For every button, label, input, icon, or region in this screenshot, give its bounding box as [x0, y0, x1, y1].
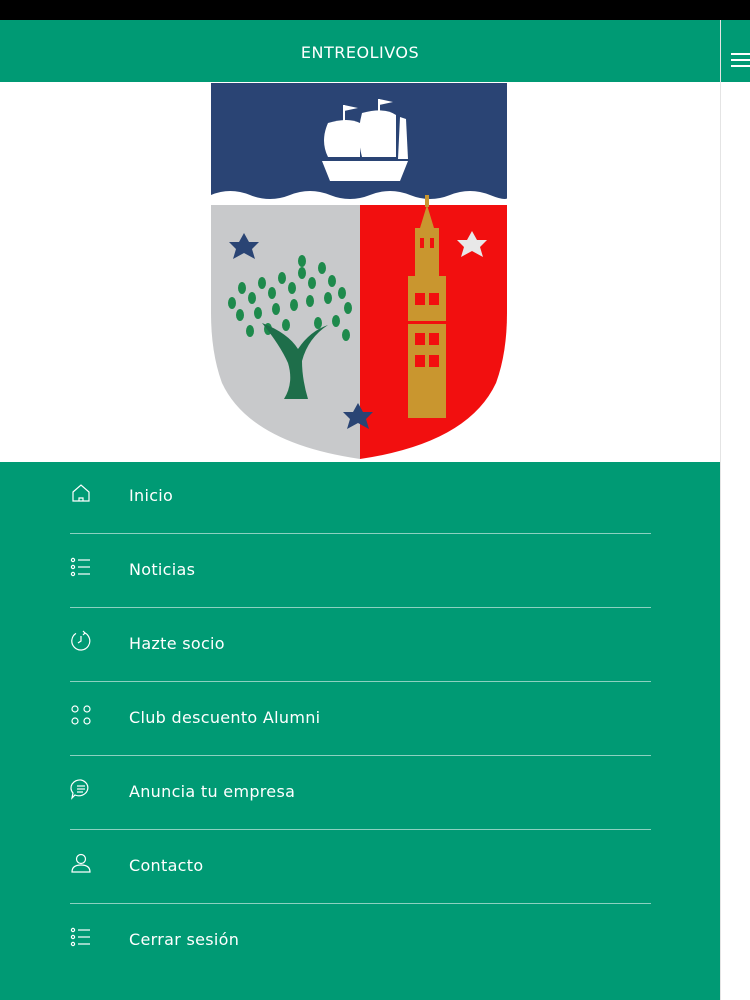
main-content-edge — [720, 20, 750, 1000]
drawer-header: ENTREOLIVOS — [0, 20, 720, 82]
logo-area — [0, 82, 720, 462]
crest-logo — [211, 83, 509, 459]
hamburger-menu-icon[interactable] — [731, 53, 750, 67]
menu-item-label: Noticias — [129, 560, 196, 579]
status-bar — [0, 0, 750, 20]
home-icon — [70, 482, 92, 504]
clock-icon — [70, 630, 92, 652]
menu-item-label: Cerrar sesión — [129, 930, 240, 949]
grid-icon — [70, 704, 92, 726]
menu-item-club-descuento[interactable]: Club descuento Alumni — [70, 682, 651, 756]
menu-item-inicio[interactable]: Inicio — [70, 460, 651, 534]
chat-bubble-icon — [70, 778, 92, 800]
menu-item-label: Club descuento Alumni — [129, 708, 321, 727]
main-header — [721, 20, 750, 82]
menu-item-cerrar-sesion[interactable]: Cerrar sesión — [70, 904, 651, 978]
menu-item-label: Contacto — [129, 856, 204, 875]
menu-item-label: Hazte socio — [129, 634, 225, 653]
menu-item-hazte-socio[interactable]: Hazte socio — [70, 608, 651, 682]
menu-item-anuncia-empresa[interactable]: Anuncia tu empresa — [70, 756, 651, 830]
menu-item-contacto[interactable]: Contacto — [70, 830, 651, 904]
list-icon — [70, 556, 92, 578]
menu-item-label: Anuncia tu empresa — [129, 782, 296, 801]
app-title: ENTREOLIVOS — [300, 42, 420, 62]
user-icon — [70, 852, 92, 874]
drawer-menu: Inicio Noticias Hazte socio Club descuen… — [70, 460, 651, 978]
menu-item-noticias[interactable]: Noticias — [70, 534, 651, 608]
list-icon — [70, 926, 92, 948]
menu-item-label: Inicio — [129, 486, 174, 505]
navigation-drawer: ENTREOLIVOS Inicio Noticias Hazte socio … — [0, 20, 720, 1000]
